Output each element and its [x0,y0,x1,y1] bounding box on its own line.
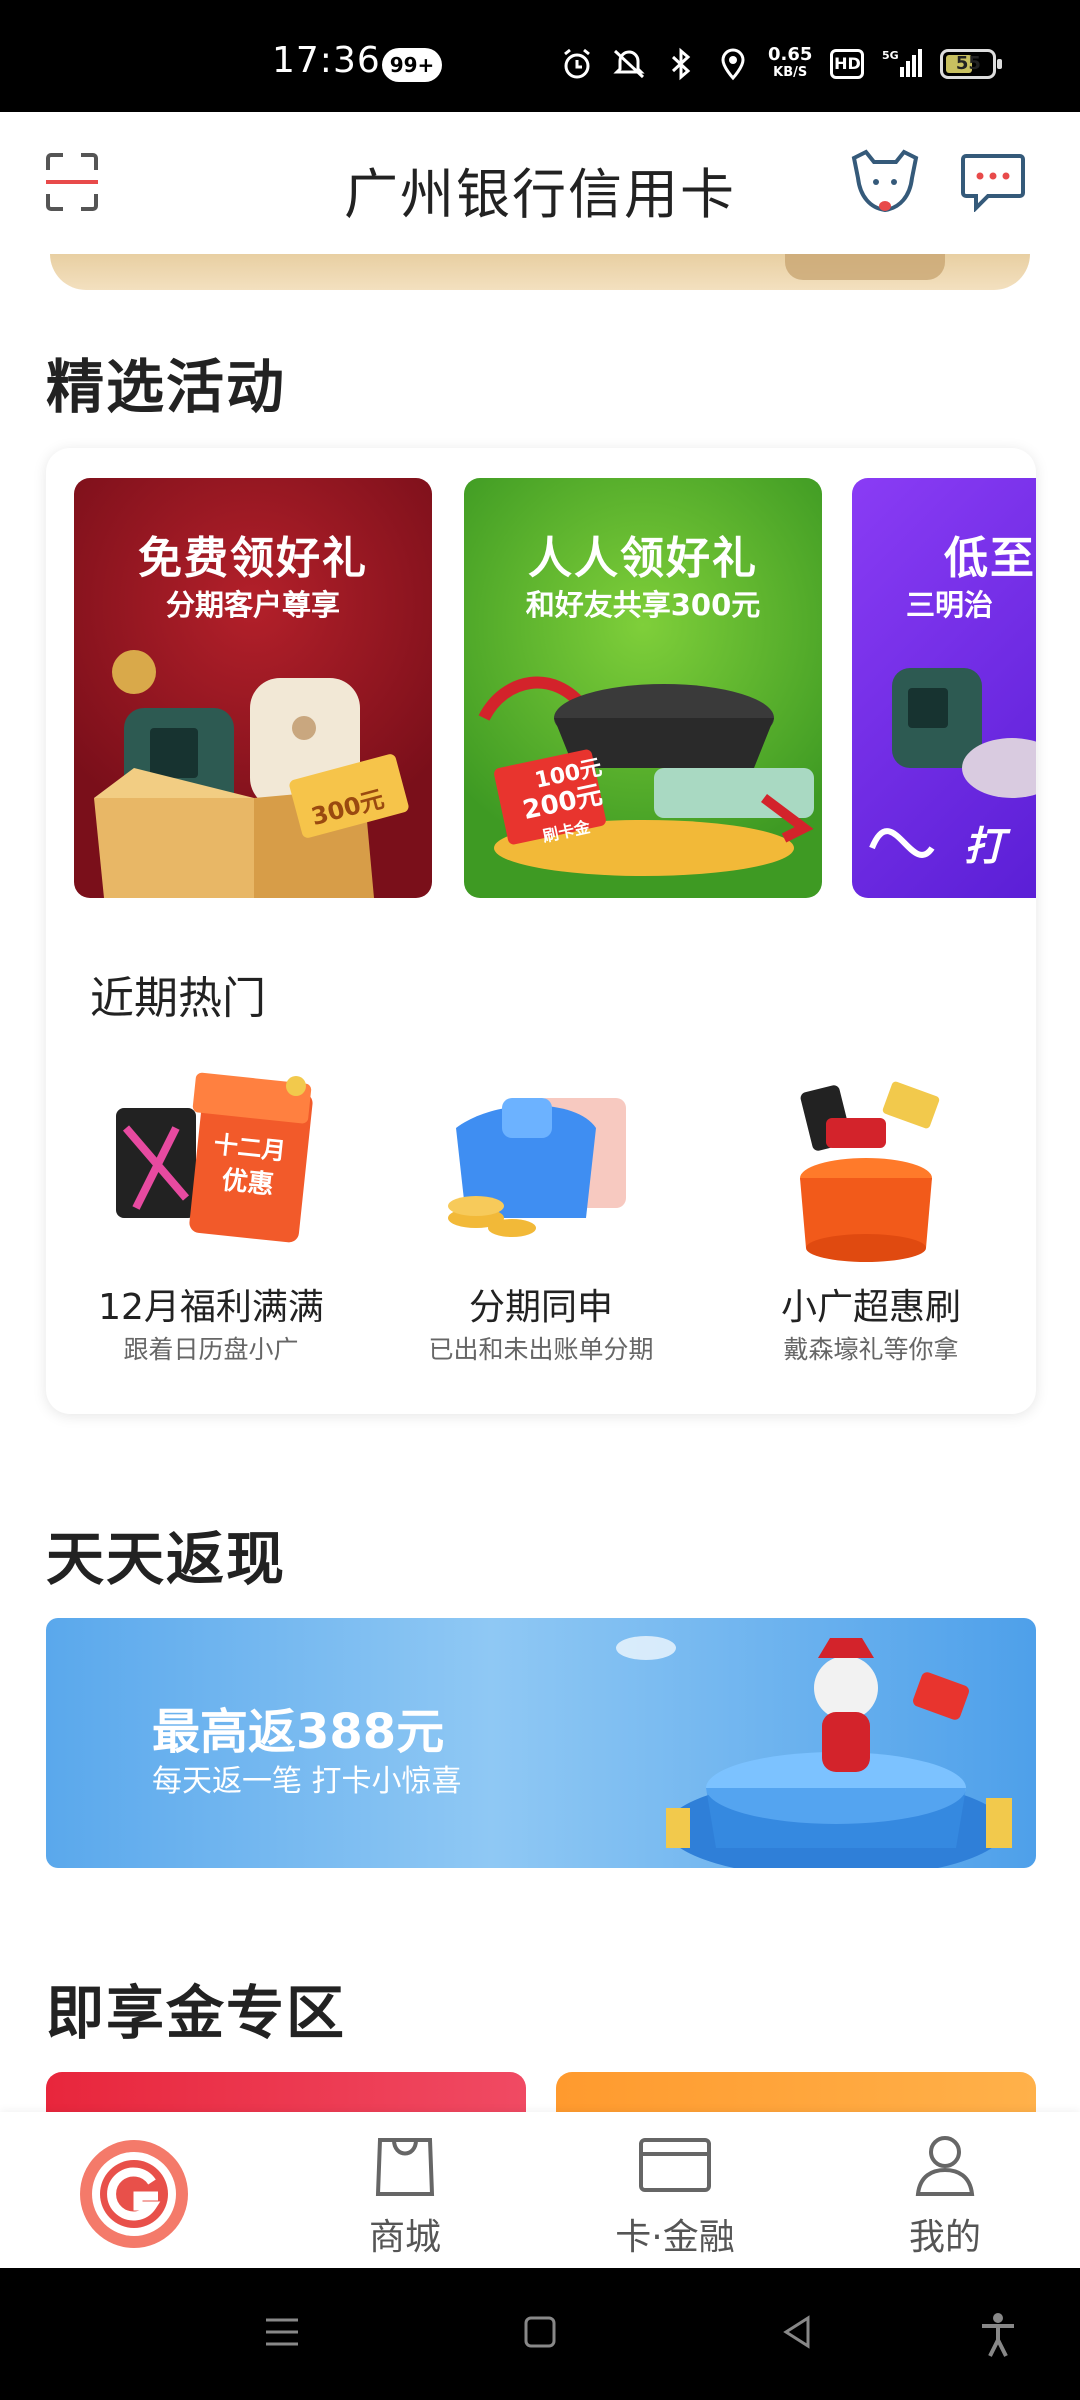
system-nav-bar [0,2268,1080,2400]
home-icon[interactable] [520,2312,560,2352]
hd-indicator: HD [830,49,865,79]
notification-badge: 99+ [382,48,442,82]
back-icon[interactable] [778,2312,818,2352]
user-icon [915,2136,975,2196]
gift-box-illustration [94,650,409,898]
promo-corner-text: 打 [964,824,1004,870]
battery-icon: 55 [940,49,1003,79]
nav-label: 商城 [368,2217,441,2258]
hot-item-name: 12月福利满满 [98,1287,324,1328]
wallet-illustration [448,1098,626,1237]
mute-icon [613,49,645,79]
status-icons: 0.65 KB/S HD 5G 55 [560,42,1003,86]
location-icon [721,48,745,81]
app-header: 广州银行信用卡 [0,112,1080,254]
featured-card: 免费领好礼 分期客户尊享 300元 人人领好礼 和好友共享300元 100元 2… [46,448,1036,1414]
promo-title: 人人领好礼 [528,533,758,584]
bluetooth-icon [671,47,691,81]
hotpot-illustration [478,676,814,876]
nav-card-finance[interactable]: 卡·金融 [540,2112,810,2268]
calendar-bottom-text: 优惠 [220,1165,276,1201]
promo-subtitle: 三明治 [906,588,994,622]
hot-item-name: 分期同申 [468,1287,613,1328]
promo-low-price[interactable]: 低至 三明治 打 [852,478,1036,898]
home-logo-icon [80,2140,188,2248]
cashback-illustration [616,1636,1012,1868]
gift-drum-illustration [800,1081,940,1262]
svg-text:5G: 5G [882,49,899,62]
bottom-nav: 商城 卡·金融 我的 [0,2112,1080,2268]
nav-mine[interactable]: 我的 [810,2112,1080,2268]
hot-item-desc: 跟着日历盘小广 [123,1335,299,1364]
message-icon[interactable] [960,152,1026,212]
cashback-banner-subtitle: 每天返一笔 打卡小惊喜 [152,1764,462,1799]
instant-section-title: 即享金专区 [46,1979,347,2047]
card-icon [639,2138,711,2192]
calendar-illustration [116,1072,313,1243]
shopping-bag-icon [375,2138,435,2196]
promo-subtitle: 和好友共享300元 [525,588,761,622]
net-speed-value: 0.65 [768,44,813,65]
promo-subtitle: 分期客户尊享 [165,588,340,622]
menu-icon[interactable] [262,2312,302,2352]
featured-section-title: 精选活动 [46,353,287,421]
appliance-illustration [869,668,1036,858]
cashback-banner[interactable]: 最高返388元 每天返一笔 打卡小惊喜 [46,1618,1036,1868]
promo-free-gift[interactable]: 免费领好礼 分期客户尊享 300元 [74,478,432,898]
promo-title: 免费领好礼 [138,533,368,584]
accessibility-icon[interactable] [978,2312,1018,2358]
instant-card-orange[interactable] [556,2072,1036,2112]
hot-item-name: 小广超惠刷 [780,1287,961,1328]
nav-mall[interactable]: 商城 [270,2112,540,2268]
net-speed: 0.65 KB/S [768,46,812,82]
signal-icon: 5G [882,49,923,77]
status-bar: 17:36 99+ 0.65 KB/S HD 5G 55 [0,0,1080,112]
nav-home[interactable] [0,2112,270,2268]
cashback-section-title: 天天返现 [46,1525,287,1593]
nav-label: 卡·金融 [615,2217,735,2258]
top-banner-remnant[interactable] [50,254,1030,290]
hot-item-desc: 戴森壕礼等你拿 [783,1335,959,1364]
battery-level: 55 [955,53,981,74]
hot-section-title: 近期热门 [90,973,266,1024]
mascot-icon[interactable] [848,148,922,216]
hot-item-desc: 已出和未出账单分期 [428,1335,654,1364]
promo-title: 低至 [944,533,1036,584]
alarm-icon [564,48,590,79]
promo-share-gift[interactable]: 人人领好礼 和好友共享300元 100元 200元 刷卡金 [464,478,822,898]
net-speed-unit: KB/S [773,65,808,80]
cashback-banner-title: 最高返388元 [152,1704,445,1760]
nav-label: 我的 [908,2217,981,2258]
instant-card-red[interactable] [46,2072,526,2112]
status-time: 17:36 [272,40,381,81]
